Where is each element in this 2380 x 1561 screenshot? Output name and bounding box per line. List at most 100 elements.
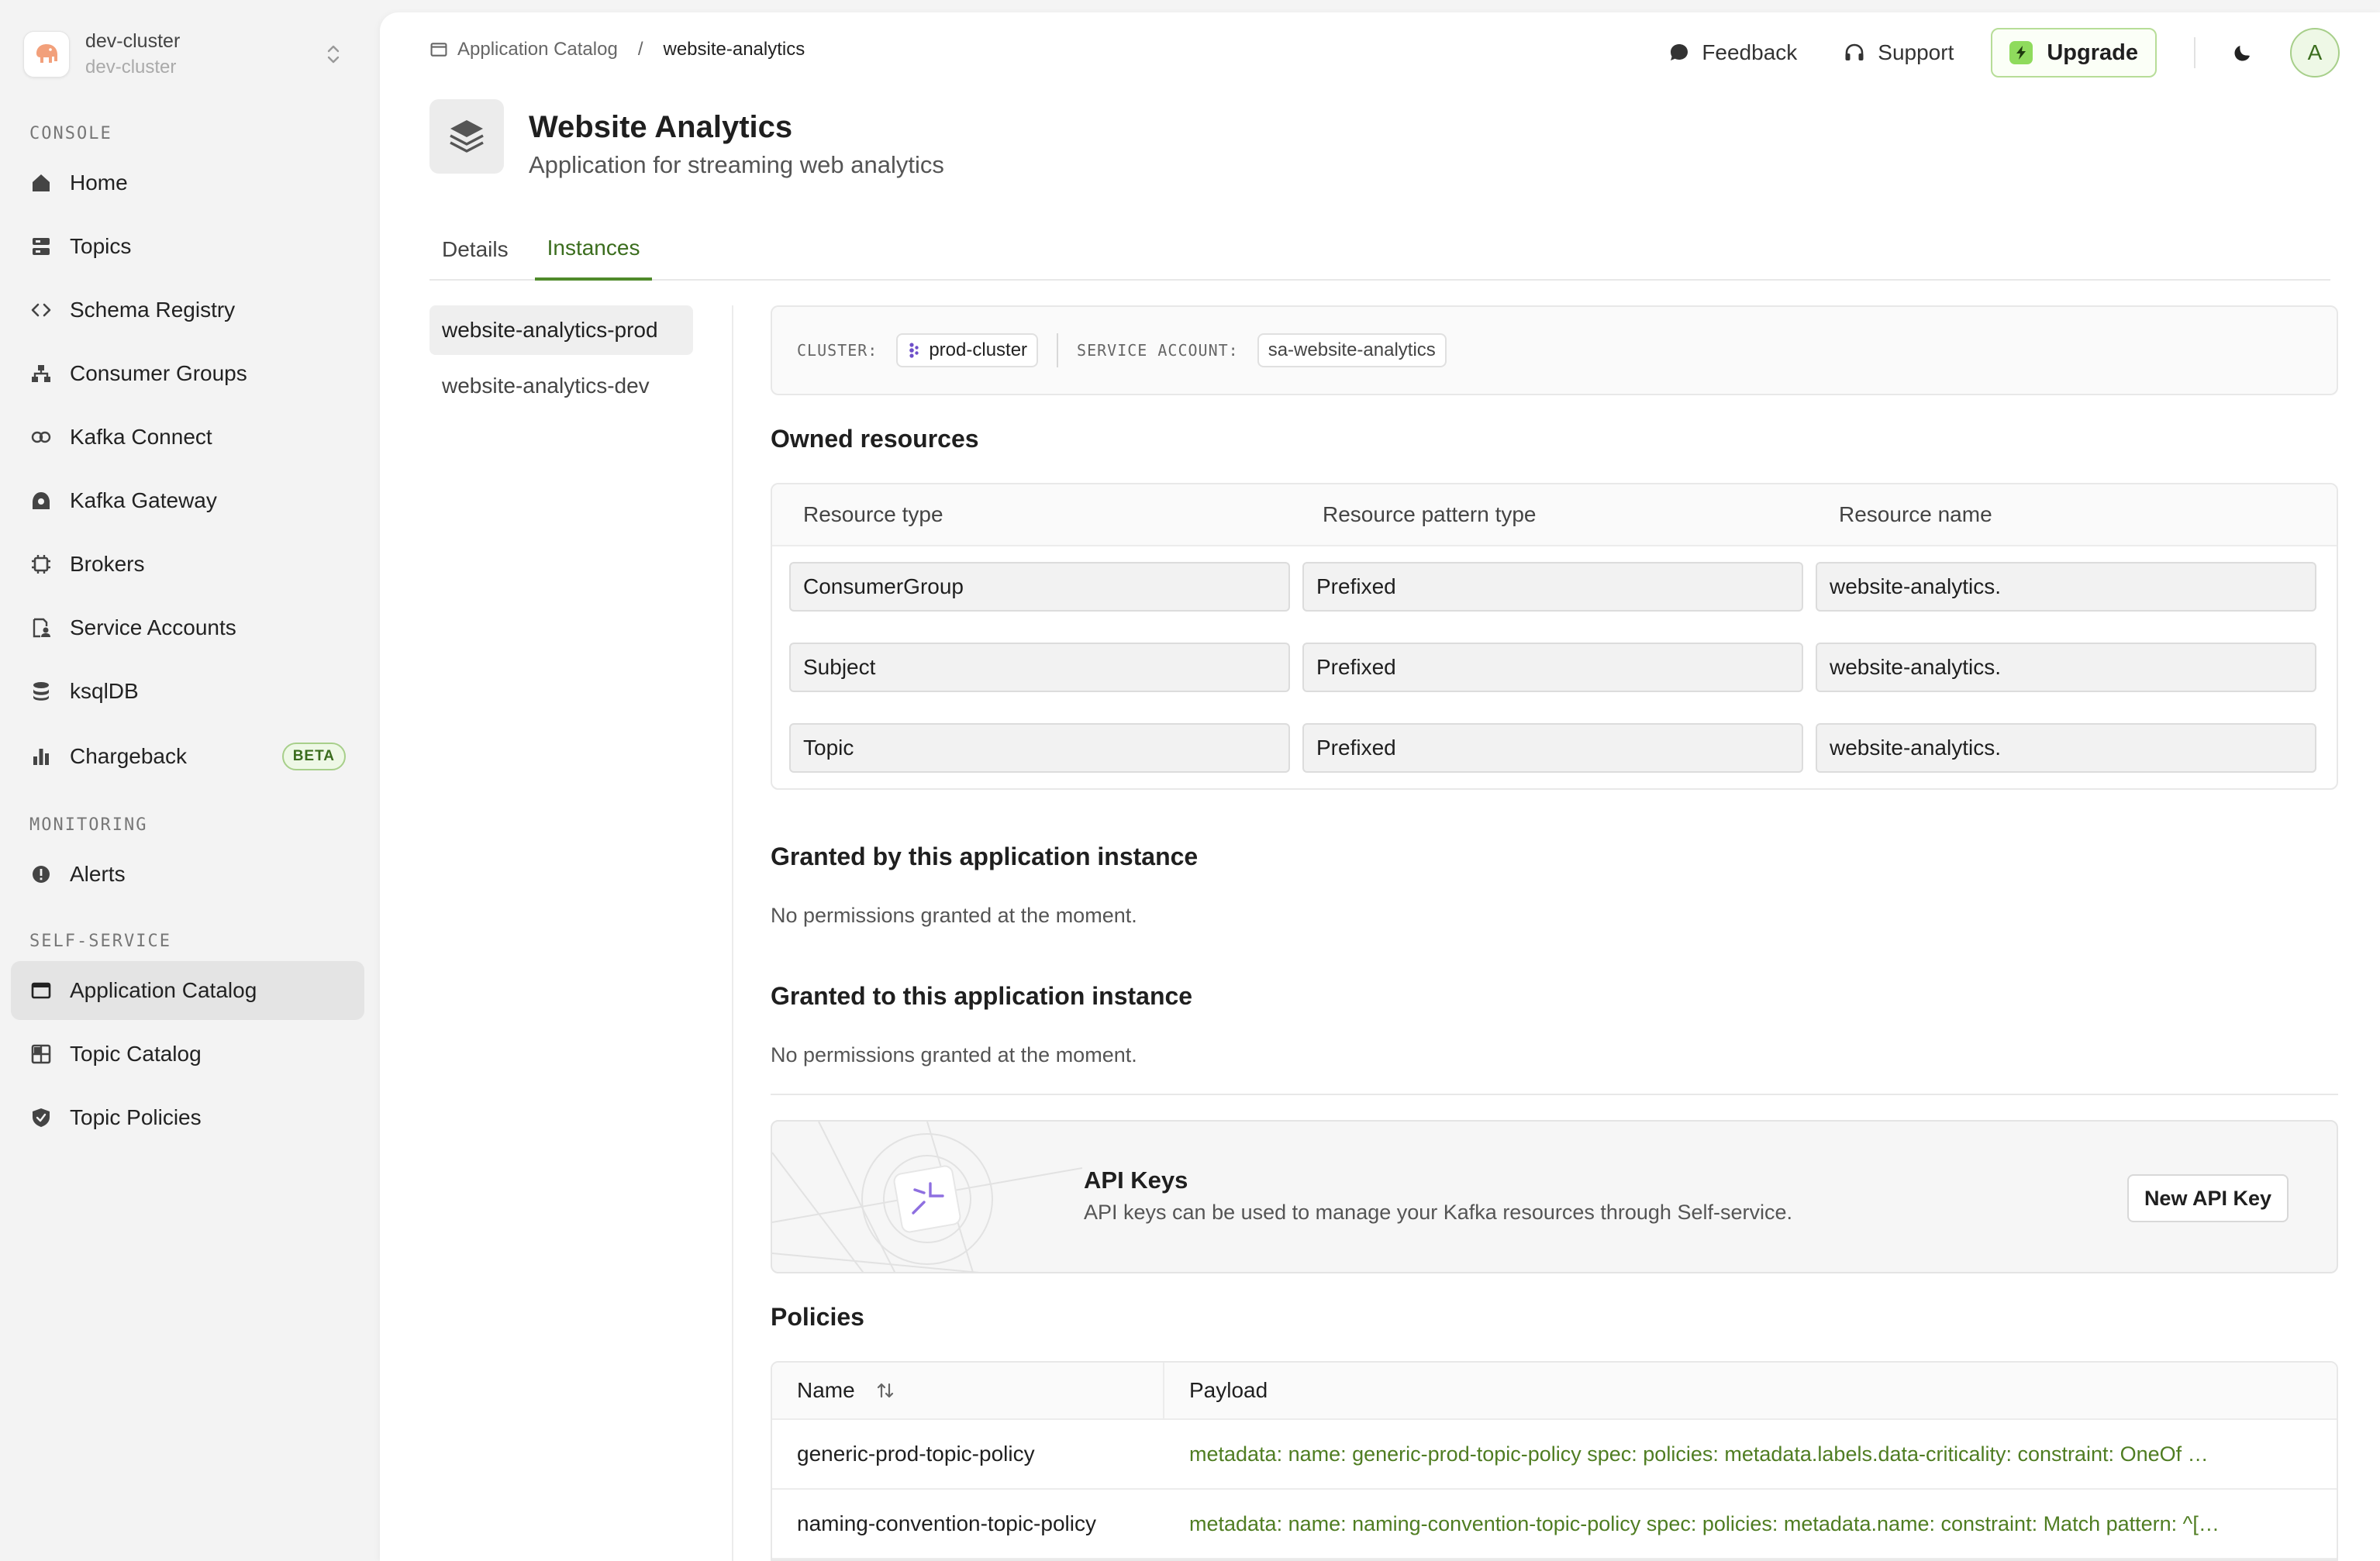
table-row: Subject Prefixed website-analytics. [772,627,2337,708]
sidebar-item-kafka-gateway[interactable]: Kafka Gateway [11,471,364,530]
upgrade-button[interactable]: Upgrade [1991,28,2157,78]
instance-item-dev[interactable]: website-analytics-dev [429,361,693,411]
service-account-label: SERVICE ACCOUNT: [1077,341,1239,360]
sidebar-item-schema-registry[interactable]: Schema Registry [11,281,364,339]
shield-icon [28,1104,54,1131]
code-icon [28,297,54,323]
sidebar-item-application-catalog[interactable]: Application Catalog [11,961,364,1020]
cluster-chip[interactable]: prod-cluster [896,333,1039,367]
upgrade-label: Upgrade [2047,40,2138,65]
bar-chart-icon [28,743,54,770]
app-window-icon [28,977,54,1004]
sidebar-item-label: Topic Policies [70,1105,202,1129]
theme-toggle-button[interactable] [2233,43,2253,63]
breadcrumb-parent-link[interactable]: Application Catalog [457,39,618,60]
policy-name: naming-convention-topic-policy [797,1511,1096,1535]
table-row[interactable]: generic-prod-topic-policy metadata: name… [772,1420,2337,1490]
page-title: Website Analytics [529,110,793,144]
database-icon [28,678,54,705]
column-header: Resource type [803,502,943,526]
service-account-chip[interactable]: sa-website-analytics [1257,333,1447,367]
feedback-button[interactable]: Feedback [1669,40,1797,65]
cluster-logo-icon [23,31,70,78]
column-header: Resource name [1839,502,1992,526]
toolbar-divider [2194,37,2195,68]
sidebar-item-ksqldb[interactable]: ksqlDB [11,662,364,721]
new-api-key-button[interactable]: New API Key [2126,1174,2289,1222]
sidebar-item-label: Chargeback [70,744,187,768]
instance-item-prod[interactable]: website-analytics-prod [429,305,693,355]
api-keys-illustration [772,1122,1082,1272]
sidebar-item-label: Home [70,171,128,195]
chat-bubble-icon [1669,43,1689,63]
sidebar-item-label: Kafka Connect [70,425,212,449]
connect-icon [28,424,54,450]
breadcrumb-separator: / [637,39,643,60]
support-button[interactable]: Support [1844,40,1954,65]
sort-icon[interactable] [875,1380,895,1401]
column-header-label: Name [797,1378,855,1402]
chevron-up-down-icon [318,43,349,66]
app-window-icon [429,40,448,59]
beta-badge: BETA [281,743,346,770]
resource-name-cell: website-analytics. [1816,723,2316,773]
policies-title: Policies [771,1303,864,1331]
home-icon [28,170,54,196]
instances-list: website-analytics-prod website-analytics… [429,305,693,417]
payload-column-header: Payload [1189,1378,1268,1402]
sidebar-item-consumer-groups[interactable]: Consumer Groups [11,344,364,403]
granted-by-empty: No permissions granted at the moment. [771,904,1137,927]
policy-name: generic-prod-topic-policy [797,1442,1035,1466]
owned-resources-table: Resource type Resource pattern type Reso… [771,483,2338,790]
resource-pattern-cell: Prefixed [1302,562,1803,612]
tab-instances[interactable]: Instances [534,219,653,281]
feedback-label: Feedback [1702,40,1798,64]
resource-name-cell: website-analytics. [1816,643,2316,692]
nav-section-monitoring: MONITORING [29,815,148,835]
cluster-switcher[interactable]: dev-cluster dev-cluster [23,28,349,81]
resource-name-cell: website-analytics. [1816,562,2316,612]
api-keys-description: API keys can be used to manage your Kafk… [1084,1201,1792,1224]
sidebar: dev-cluster dev-cluster CONSOLE Home Top… [0,0,380,1561]
app-root: dev-cluster dev-cluster CONSOLE Home Top… [0,0,2380,1561]
sidebar-item-label: Brokers [70,552,145,576]
nav-section-self-service: SELF-SERVICE [29,932,171,951]
name-column-header[interactable]: Name [772,1363,1164,1418]
cluster-subname: dev-cluster [85,57,177,78]
moon-icon [2233,43,2253,63]
resource-pattern-cell: Prefixed [1302,723,1803,773]
chip-icon [28,551,54,577]
sidebar-item-home[interactable]: Home [11,153,364,212]
sidebar-item-label: Consumer Groups [70,361,247,385]
main-panel: Application Catalog / website-analytics … [380,12,2380,1561]
table-row[interactable]: naming-convention-topic-policy metadata:… [772,1490,2337,1559]
breadcrumb: Application Catalog / website-analytics [429,39,805,60]
grid-icon [28,1041,54,1067]
table-header: Resource type Resource pattern type Reso… [772,484,2337,546]
topics-icon [28,233,54,260]
api-keys-card: API Keys API keys can be used to manage … [771,1120,2338,1273]
breadcrumb-current: website-analytics [663,39,805,60]
tab-details[interactable]: Details [429,219,521,281]
sidebar-item-alerts[interactable]: Alerts [11,845,364,904]
sidebar-item-chargeback[interactable]: Chargeback BETA [11,727,364,786]
sidebar-item-topics[interactable]: Topics [11,217,364,276]
api-keys-title: API Keys [1084,1166,1188,1194]
user-avatar[interactable]: A [2290,28,2340,78]
page-subtitle: Application for streaming web analytics [529,151,944,178]
resource-type-cell: ConsumerGroup [789,562,1290,612]
topbar: Application Catalog / website-analytics … [380,12,2380,90]
sidebar-item-topic-policies[interactable]: Topic Policies [11,1088,364,1147]
owned-resources-title: Owned resources [771,425,979,453]
sidebar-item-label: Topic Catalog [70,1042,202,1066]
sidebar-item-brokers[interactable]: Brokers [11,535,364,594]
sidebar-item-label: Schema Registry [70,298,236,322]
gateway-icon [28,488,54,514]
sidebar-item-topic-catalog[interactable]: Topic Catalog [11,1025,364,1084]
sidebar-item-service-accounts[interactable]: Service Accounts [11,598,364,657]
policy-payload: metadata: name: generic-prod-topic-polic… [1189,1442,2209,1466]
sidebar-item-kafka-connect[interactable]: Kafka Connect [11,408,364,467]
granted-to-empty: No permissions granted at the moment. [771,1043,1137,1067]
table-header: Name Payload [772,1363,2337,1420]
sidebar-item-label: Alerts [70,862,126,886]
